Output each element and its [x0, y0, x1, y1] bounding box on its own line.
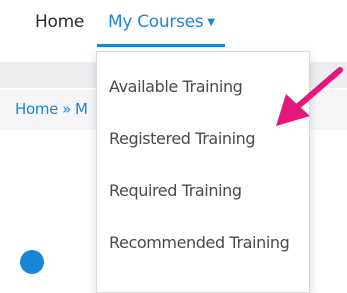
breadcrumb-home-link[interactable]: Home: [15, 100, 58, 118]
menu-item-available-training[interactable]: Available Training: [109, 77, 243, 96]
nav-my-courses-link[interactable]: My Courses ▼: [108, 12, 215, 32]
breadcrumb-separator: »: [62, 100, 71, 118]
nav-home-link[interactable]: Home: [35, 12, 84, 32]
arrow-icon: [276, 67, 343, 126]
breadcrumb: Home» M: [15, 100, 88, 118]
top-navbar: Home My Courses ▼: [0, 0, 347, 50]
menu-item-required-training[interactable]: Required Training: [109, 181, 242, 200]
active-tab-underline: [97, 44, 225, 47]
caret-down-icon: ▼: [207, 17, 215, 28]
menu-item-recommended-training[interactable]: Recommended Training: [109, 233, 290, 252]
breadcrumb-current[interactable]: M: [75, 100, 88, 118]
menu-item-registered-training[interactable]: Registered Training: [109, 129, 256, 148]
nav-my-courses-label: My Courses: [108, 12, 204, 32]
avatar-icon[interactable]: [20, 250, 44, 274]
